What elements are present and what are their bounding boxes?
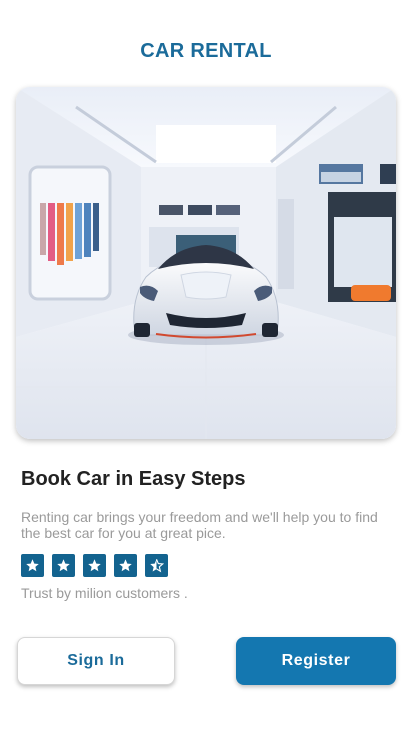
rating-stars	[21, 554, 168, 577]
headline: Book Car in Easy Steps	[21, 468, 246, 490]
register-button[interactable]: Register	[236, 637, 396, 685]
trust-text: Trust by milion customers .	[21, 585, 188, 601]
car-showroom-photo	[16, 87, 396, 439]
star-icon	[52, 554, 75, 577]
sign-in-button[interactable]: Sign In	[17, 637, 175, 685]
star-icon	[83, 554, 106, 577]
hero-image	[16, 87, 396, 439]
star-icon	[21, 554, 44, 577]
star-icon	[114, 554, 137, 577]
star-half-icon	[145, 554, 168, 577]
description: Renting car brings your freedom and we'l…	[21, 509, 378, 541]
app-title: CAR RENTAL	[140, 40, 272, 62]
welcome-screen: CAR RENTAL Book Car in Easy Steps Rentin…	[0, 0, 412, 732]
